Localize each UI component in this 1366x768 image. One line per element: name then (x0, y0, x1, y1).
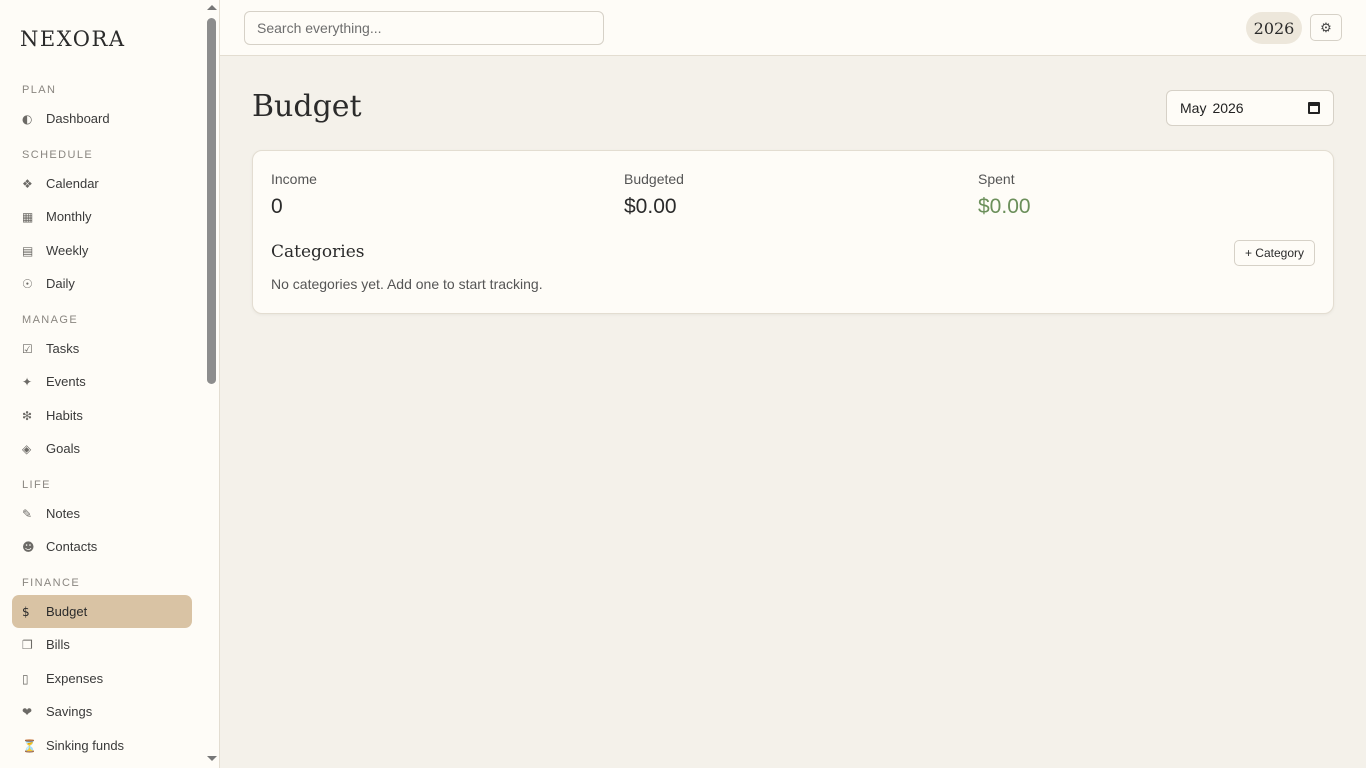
sidebar-item-label: Monthly (46, 209, 92, 224)
page-title: Budget (252, 89, 362, 124)
weekly-lines-icon: ▤ (22, 243, 34, 258)
dollar-icon: $ (22, 604, 30, 619)
calendar-picker-icon[interactable] (1308, 102, 1320, 114)
heart-icon: ❤ (22, 704, 33, 719)
sidebar-item-label: Calendar (46, 176, 99, 191)
nav-section-manage: MANAGE (22, 314, 79, 326)
scroll-down-arrow-icon[interactable] (207, 756, 217, 761)
budgeted-label: Budgeted (624, 171, 684, 187)
nav-section-life: LIFE (22, 479, 51, 491)
budget-card: Income 0 Budgeted $0.00 Spent $0.00 Cate… (252, 150, 1334, 314)
sidebar-item-label: Habits (46, 408, 83, 423)
income-value: 0 (271, 195, 283, 218)
topbar: 2026 ⚙ (220, 0, 1366, 56)
sidebar-item-label: Daily (46, 276, 75, 291)
sidebar-scrollbar[interactable] (204, 0, 219, 768)
dashboard-icon: ◐ (22, 111, 33, 126)
sparkle-icon: ❇ (22, 408, 33, 423)
checkbox-icon: ☑ (22, 341, 33, 356)
sidebar-item-expenses[interactable]: ▯ Expenses (12, 662, 192, 695)
receipt-icon: ▯ (22, 671, 29, 686)
spent-value: $0.00 (978, 195, 1031, 218)
sidebar-item-label: Budget (46, 604, 88, 619)
add-category-button[interactable]: + Category (1234, 240, 1315, 266)
gear-icon: ⚙ (1320, 19, 1332, 35)
sidebar-item-label: Dashboard (46, 111, 110, 126)
pencil-icon: ✎ (22, 506, 33, 521)
sidebar-item-goals[interactable]: ◈ Goals (12, 432, 192, 465)
sidebar-item-tasks[interactable]: ☑ Tasks (12, 332, 192, 365)
sidebar-item-monthly[interactable]: ▦ Monthly (12, 200, 192, 233)
scrollbar-thumb[interactable] (207, 18, 216, 384)
income-stat: Income 0 (271, 171, 317, 219)
sidebar-item-label: Tasks (46, 341, 80, 356)
settings-button[interactable]: ⚙ (1310, 14, 1342, 41)
sidebar-item-label: Bills (46, 637, 70, 652)
sidebar-item-bills[interactable]: ❐ Bills (12, 628, 192, 661)
categories-title: Categories (271, 242, 365, 262)
spent-stat: Spent $0.00 (978, 171, 1031, 219)
star-icon: ✦ (22, 374, 33, 389)
sidebar-item-budget[interactable]: $ Budget (12, 595, 192, 628)
month-picker-year: 2026 (1212, 100, 1244, 116)
scroll-up-arrow-icon[interactable] (207, 5, 217, 10)
sidebar-item-label: Goals (46, 441, 80, 456)
sidebar-nav: NEXORA PLAN ◐ Dashboard SCHEDULE ❖ Calen… (0, 0, 204, 768)
sidebar-item-label: Events (46, 374, 86, 389)
sidebar-item-contacts[interactable]: ☻ Contacts (12, 530, 192, 563)
categories-empty-state: No categories yet. Add one to start trac… (271, 276, 543, 292)
year-selector[interactable]: 2026 (1246, 12, 1302, 44)
sidebar-item-label: Notes (46, 506, 80, 521)
calendar-icon: ❖ (22, 176, 33, 191)
sidebar-item-calendar[interactable]: ❖ Calendar (12, 167, 192, 200)
nav-section-schedule: SCHEDULE (22, 149, 94, 161)
sidebar: NEXORA PLAN ◐ Dashboard SCHEDULE ❖ Calen… (0, 0, 220, 768)
monthly-grid-icon: ▦ (22, 209, 34, 224)
nav-section-plan: PLAN (22, 84, 57, 96)
sidebar-item-label: Weekly (46, 243, 89, 258)
budgeted-stat: Budgeted $0.00 (624, 171, 684, 219)
sidebar-item-habits[interactable]: ❇ Habits (12, 399, 192, 432)
budgeted-value: $0.00 (624, 195, 677, 218)
sidebar-item-notes[interactable]: ✎ Notes (12, 497, 192, 530)
nav-section-finance: FINANCE (22, 577, 81, 589)
document-icon: ❐ (22, 637, 33, 652)
month-picker-month: May (1180, 100, 1207, 116)
sidebar-item-label: Savings (46, 704, 93, 719)
app-logo: NEXORA (20, 27, 126, 51)
spent-label: Spent (978, 171, 1015, 187)
sidebar-item-label: Contacts (46, 539, 98, 554)
sun-icon: ☉ (22, 276, 33, 291)
sidebar-item-savings[interactable]: ❤ Savings (12, 695, 192, 728)
sidebar-item-daily[interactable]: ☉ Daily (12, 267, 192, 300)
sidebar-item-label: Sinking funds (46, 738, 125, 753)
search-input[interactable] (244, 11, 604, 45)
month-picker[interactable]: May 2026 (1166, 90, 1334, 126)
income-label: Income (271, 171, 317, 187)
sidebar-item-dashboard[interactable]: ◐ Dashboard (12, 102, 192, 135)
hourglass-icon: ⏳ (22, 738, 37, 753)
person-icon: ☻ (22, 539, 35, 554)
sidebar-item-events[interactable]: ✦ Events (12, 365, 192, 398)
diamond-icon: ◈ (22, 441, 32, 456)
sidebar-item-label: Expenses (46, 671, 104, 686)
sidebar-item-sinking-funds[interactable]: ⏳ Sinking funds (12, 729, 192, 762)
sidebar-item-weekly[interactable]: ▤ Weekly (12, 234, 192, 267)
